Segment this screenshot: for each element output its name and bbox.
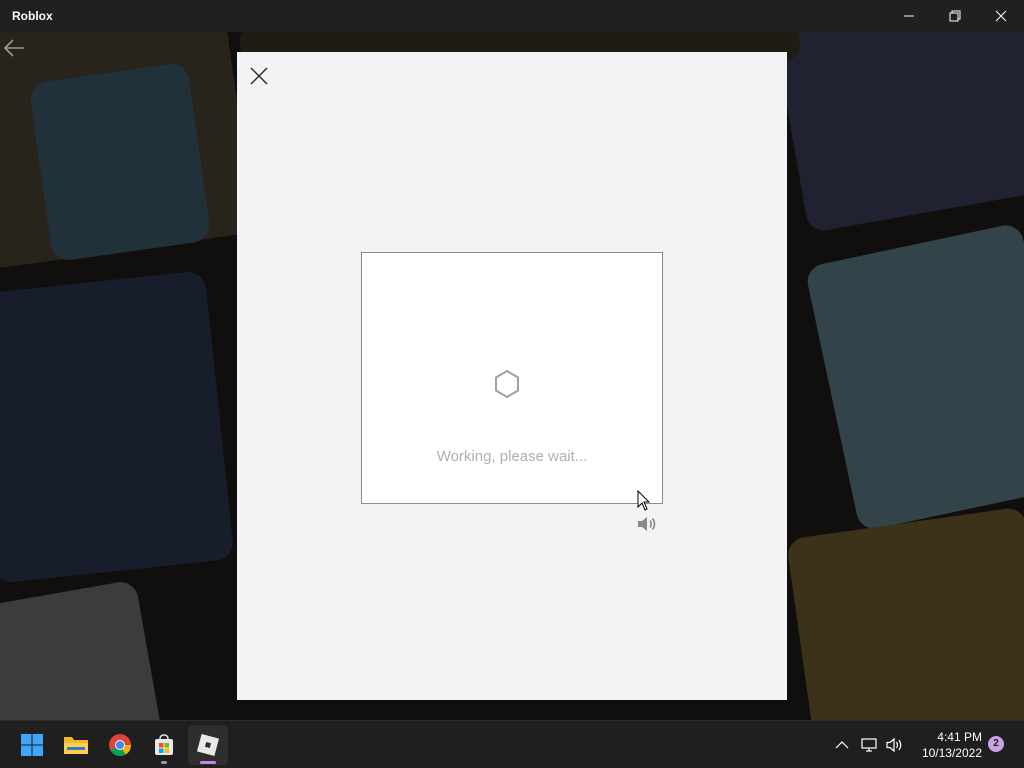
minimize-icon — [904, 15, 914, 17]
minimize-button[interactable] — [886, 0, 932, 32]
restore-icon — [949, 10, 961, 22]
chevron-up-icon — [835, 741, 849, 749]
captcha-frame: Working, please wait... — [361, 252, 663, 504]
chrome-button[interactable] — [100, 725, 140, 765]
windows-logo-icon — [21, 734, 43, 756]
network-icon — [861, 738, 877, 752]
hexagon-spinner-icon — [492, 369, 522, 399]
roblox-icon — [196, 733, 220, 757]
file-explorer-button[interactable] — [56, 725, 96, 765]
store-icon — [155, 734, 173, 755]
close-window-button[interactable] — [978, 0, 1024, 32]
microsoft-store-button[interactable] — [144, 725, 184, 765]
clock-time: 4:41 PM — [937, 730, 982, 744]
back-button[interactable] — [2, 36, 26, 60]
folder-icon — [64, 737, 88, 754]
window-titlebar: Roblox — [0, 0, 1024, 32]
roblox-taskbar-button[interactable] — [188, 725, 228, 765]
volume-icon — [886, 737, 902, 753]
notification-count-badge[interactable]: 2 — [988, 736, 1004, 752]
start-button[interactable] — [12, 725, 52, 765]
running-indicator — [161, 761, 167, 764]
clock-date: 10/13/2022 — [921, 746, 982, 760]
window-title: Roblox — [12, 9, 53, 23]
close-icon — [995, 10, 1007, 22]
speaker-icon — [638, 517, 656, 531]
back-arrow-icon — [3, 39, 24, 57]
audio-challenge-button[interactable] — [636, 515, 658, 533]
chrome-icon — [109, 734, 131, 756]
mouse-cursor-icon — [637, 489, 653, 512]
taskbar: 4:41 PM 10/13/2022 2 — [0, 720, 1024, 768]
show-hidden-icons-button[interactable] — [832, 735, 852, 755]
system-clock[interactable]: 4:41 PM 10/13/2022 — [910, 729, 982, 761]
captcha-status-text: Working, please wait... — [436, 448, 588, 465]
active-indicator — [200, 761, 216, 764]
restore-button[interactable] — [932, 0, 978, 32]
volume-button[interactable] — [885, 735, 905, 755]
network-button[interactable] — [860, 735, 880, 755]
verification-modal: Working, please wait... — [237, 52, 787, 700]
close-icon — [250, 67, 268, 85]
modal-close-button[interactable] — [249, 66, 269, 86]
